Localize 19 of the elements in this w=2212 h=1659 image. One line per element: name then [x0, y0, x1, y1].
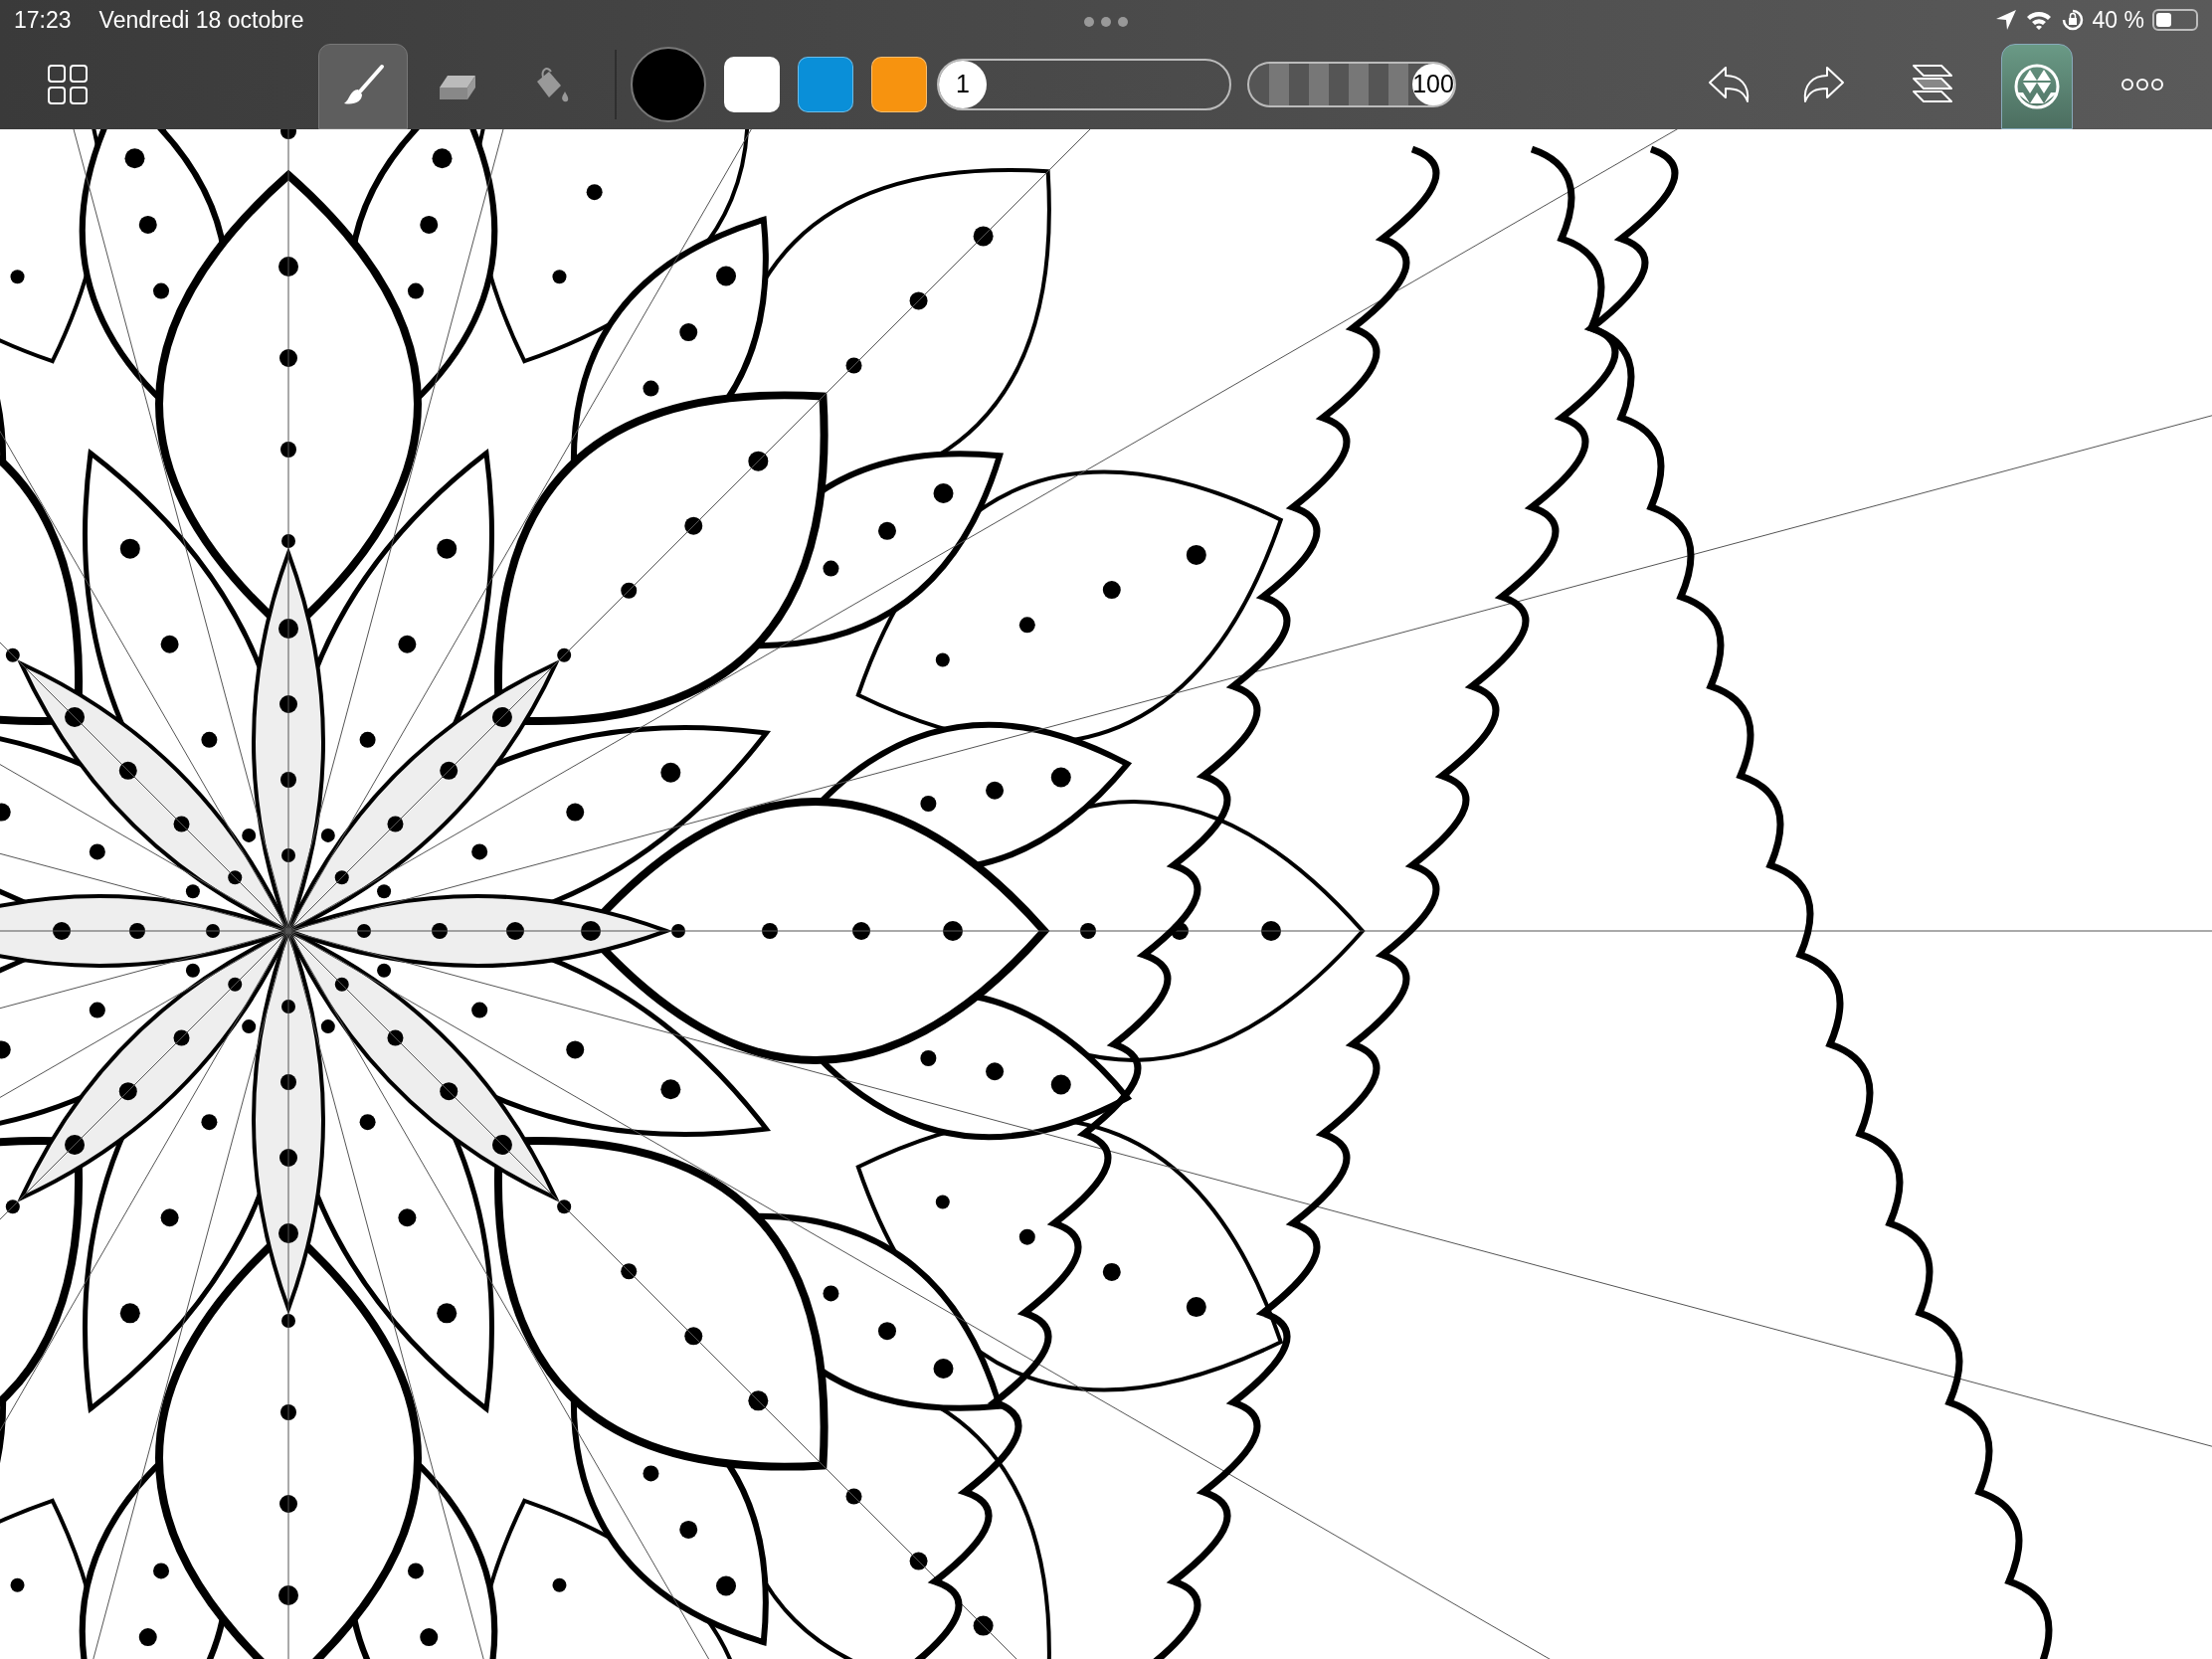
- location-arrow-icon: [1994, 9, 2017, 31]
- color-swatch[interactable]: [871, 57, 927, 112]
- brush-icon[interactable]: [318, 44, 408, 129]
- status-time: 17:23: [14, 5, 72, 35]
- gallery-grid-icon[interactable]: [48, 65, 88, 104]
- symmetry-button[interactable]: [2001, 44, 2073, 129]
- brush-size-value[interactable]: 1: [939, 61, 987, 108]
- rotation-lock-icon: [2060, 8, 2085, 32]
- status-date: Vendredi 18 octobre: [98, 5, 304, 35]
- brush-size-slider[interactable]: 1: [937, 59, 1231, 110]
- hexagon-circle-icon: [2013, 63, 2061, 110]
- opacity-value[interactable]: 100: [1412, 64, 1454, 105]
- battery-percent: 40 %: [2092, 5, 2144, 35]
- drawing-canvas[interactable]: [0, 129, 2212, 1659]
- more-dots-icon[interactable]: [1083, 16, 1129, 28]
- color-swatch[interactable]: [798, 57, 853, 112]
- opacity-slider[interactable]: 100: [1247, 62, 1456, 107]
- color-swatch[interactable]: [724, 57, 780, 112]
- battery-icon: [2152, 9, 2198, 31]
